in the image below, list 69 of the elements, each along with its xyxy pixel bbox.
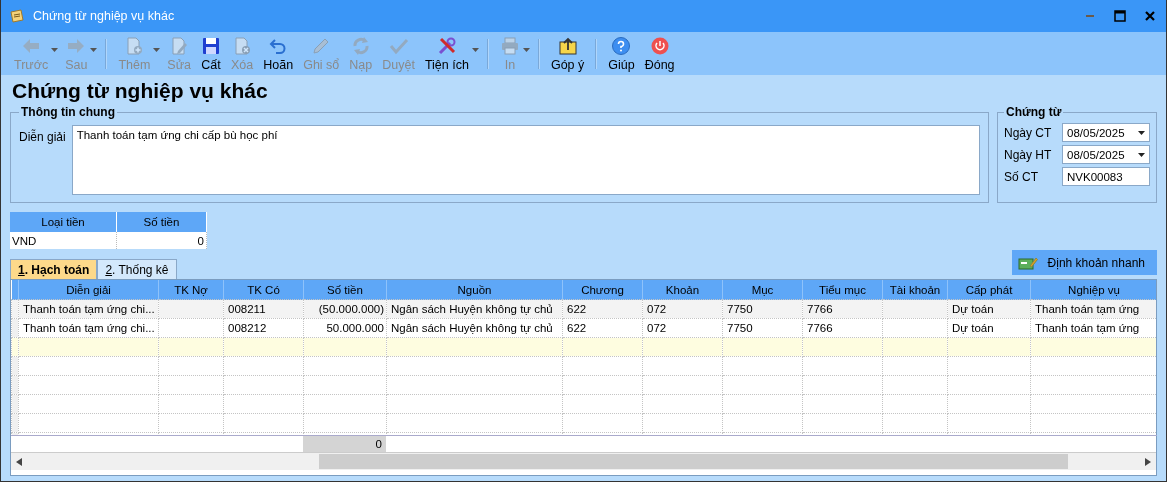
table-cell: 50.000.000 (303, 318, 387, 338)
document-x-icon (232, 35, 253, 56)
toolbar-button[interactable]: Góp ý (545, 33, 590, 74)
app-icon (9, 8, 25, 24)
page-heading: Chứng từ nghiệp vụ khác (12, 79, 269, 103)
column-header: Loại tiền (10, 212, 117, 232)
toolbar-button[interactable]: Hoãn (258, 33, 299, 74)
table-cell: (50.000.000) (303, 299, 387, 319)
caret-icon[interactable] (1138, 130, 1145, 135)
total-value: 0 (375, 438, 382, 450)
window-title: Chứng từ nghiệp vụ khác (33, 9, 175, 23)
column-header[interactable]: Nguồn (386, 280, 563, 300)
tab[interactable]: 2. Thống kê (97, 259, 177, 279)
table-cell: 008212 (223, 318, 304, 338)
input-field[interactable]: NVK00083 (1062, 167, 1150, 186)
tab[interactable]: 1. Hạch toán (10, 259, 98, 279)
table-cell: Thanh toán tạm ứng chi... (18, 318, 159, 338)
toolbar-button[interactable]: Giúp (603, 33, 640, 74)
column-header[interactable]: Mục (722, 280, 803, 300)
close-icon[interactable] (1144, 10, 1156, 22)
date-field[interactable]: 08/05/2025 (1062, 123, 1150, 142)
table-cell: 7766 (802, 318, 883, 338)
column-header[interactable]: Nghiệp vụ (1030, 280, 1156, 300)
column-header[interactable]: Cấp phát (947, 280, 1031, 300)
table-cell: Thanh toán tạm ứng (1030, 299, 1156, 319)
scroll-right-icon[interactable] (1145, 457, 1151, 466)
document-plus-icon (124, 35, 145, 56)
toolbar-button[interactable]: Cất (196, 33, 227, 74)
toolbar-button[interactable]: Tiện ích (419, 33, 474, 74)
table-cell (158, 299, 224, 319)
maximize-icon[interactable] (1114, 10, 1126, 22)
table-cell: Dự toán (947, 318, 1031, 338)
scroll-left-icon[interactable] (16, 457, 22, 466)
table-cell: 622 (562, 318, 643, 338)
wrench-screwdriver-icon (436, 35, 457, 56)
column-header[interactable]: Diễn giải (18, 280, 159, 300)
table-cell: Ngân sách Huyện không tự chủ (386, 318, 563, 338)
panel-legend: Thông tin chung (19, 105, 117, 119)
printer-icon (499, 35, 520, 56)
date-field[interactable]: 08/05/2025 (1062, 145, 1150, 164)
table-cell (882, 299, 948, 319)
column-header[interactable]: Chương (562, 280, 643, 300)
description-field[interactable]: Thanh toán tạm ứng chi cấp bù học phí (71, 125, 980, 195)
toolbar-button[interactable]: Đóng (639, 33, 680, 74)
field-label: Diễn giải (19, 128, 66, 146)
field-label: Ngày CT (1004, 125, 1052, 140)
column-header: Số tiền (116, 212, 207, 232)
table-cell: VND (10, 232, 117, 249)
column-header[interactable]: Tiểu mục (802, 280, 883, 300)
column-header[interactable]: Tài khoản (882, 280, 948, 300)
quick-entry-button[interactable]: Định khoản nhanh (1011, 250, 1157, 275)
help-icon (611, 35, 632, 56)
field-label: Ngày HT (1004, 147, 1052, 162)
column-header[interactable]: Số tiền (303, 280, 387, 300)
scrollbar-thumb[interactable] (319, 454, 1068, 469)
column-header[interactable]: TK Có (223, 280, 304, 300)
envelope-arrow-icon (557, 35, 578, 56)
column-header[interactable]: Khoản (642, 280, 723, 300)
caret-icon[interactable] (1138, 152, 1145, 157)
panel-legend: Chứng từ (1004, 105, 1064, 119)
power-icon (649, 35, 670, 56)
table-cell: Dự toán (947, 299, 1031, 319)
table-cell: Thanh toán tạm ứng chi... (18, 299, 159, 319)
field-label: Số CT (1004, 169, 1038, 184)
table-cell: 0 (116, 232, 207, 249)
table-cell: 072 (642, 318, 723, 338)
table-cell: 7750 (722, 318, 803, 338)
column-header[interactable]: TK Nợ (158, 280, 224, 300)
document-pencil-icon (169, 35, 190, 56)
